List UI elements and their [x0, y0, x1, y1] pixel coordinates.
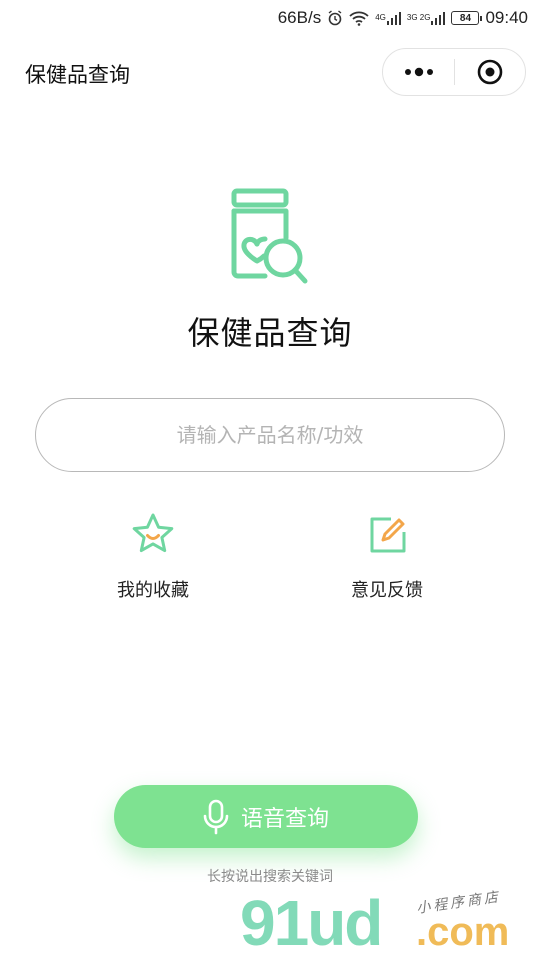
battery-icon: 84 [451, 11, 483, 25]
feedback-label: 意见反馈 [351, 580, 423, 601]
watermark-main: 91ud [240, 887, 383, 959]
battery-level: 84 [459, 12, 472, 24]
network-speed: 66B/s [277, 8, 322, 27]
jar-heart-search-icon [231, 188, 308, 284]
watermark: 91ud 小程序商店 .com [240, 880, 540, 960]
edit-icon [365, 512, 409, 556]
wifi-icon [349, 10, 369, 26]
voice-query-label: 语音查询 [240, 806, 329, 832]
network-4g-label: 4G [375, 13, 386, 22]
app-logo [225, 186, 313, 286]
nav-title: 保健品查询 [25, 63, 130, 87]
star-icon [131, 512, 175, 556]
voice-query-button[interactable]: 语音查询 [114, 785, 418, 848]
signal-4g-icon: 4G [375, 11, 401, 25]
close-button[interactable] [455, 49, 525, 95]
status-bar: 66B/s 4G 3G 2G 84 09:40 [0, 0, 540, 36]
search-box[interactable] [35, 398, 505, 472]
nav-bar: 保健品查询 [0, 36, 540, 108]
favorites-button[interactable]: 我的收藏 [73, 512, 233, 602]
favorites-label: 我的收藏 [117, 580, 189, 601]
signal-3g-icon: 3G 2G [407, 11, 446, 25]
miniprogram-capsule [382, 48, 526, 96]
clock-time: 09:40 [485, 8, 528, 27]
target-close-icon [477, 59, 503, 85]
feedback-button[interactable]: 意见反馈 [307, 512, 467, 602]
watermark-domain: .com [416, 910, 510, 954]
more-dots-icon [404, 67, 433, 77]
more-button[interactable] [383, 49, 454, 95]
alarm-icon [327, 10, 343, 26]
page-title: 保健品查询 [187, 314, 353, 352]
network-3g-label: 3G 2G [406, 13, 431, 22]
search-input[interactable] [36, 422, 504, 448]
microphone-icon [203, 799, 229, 834]
